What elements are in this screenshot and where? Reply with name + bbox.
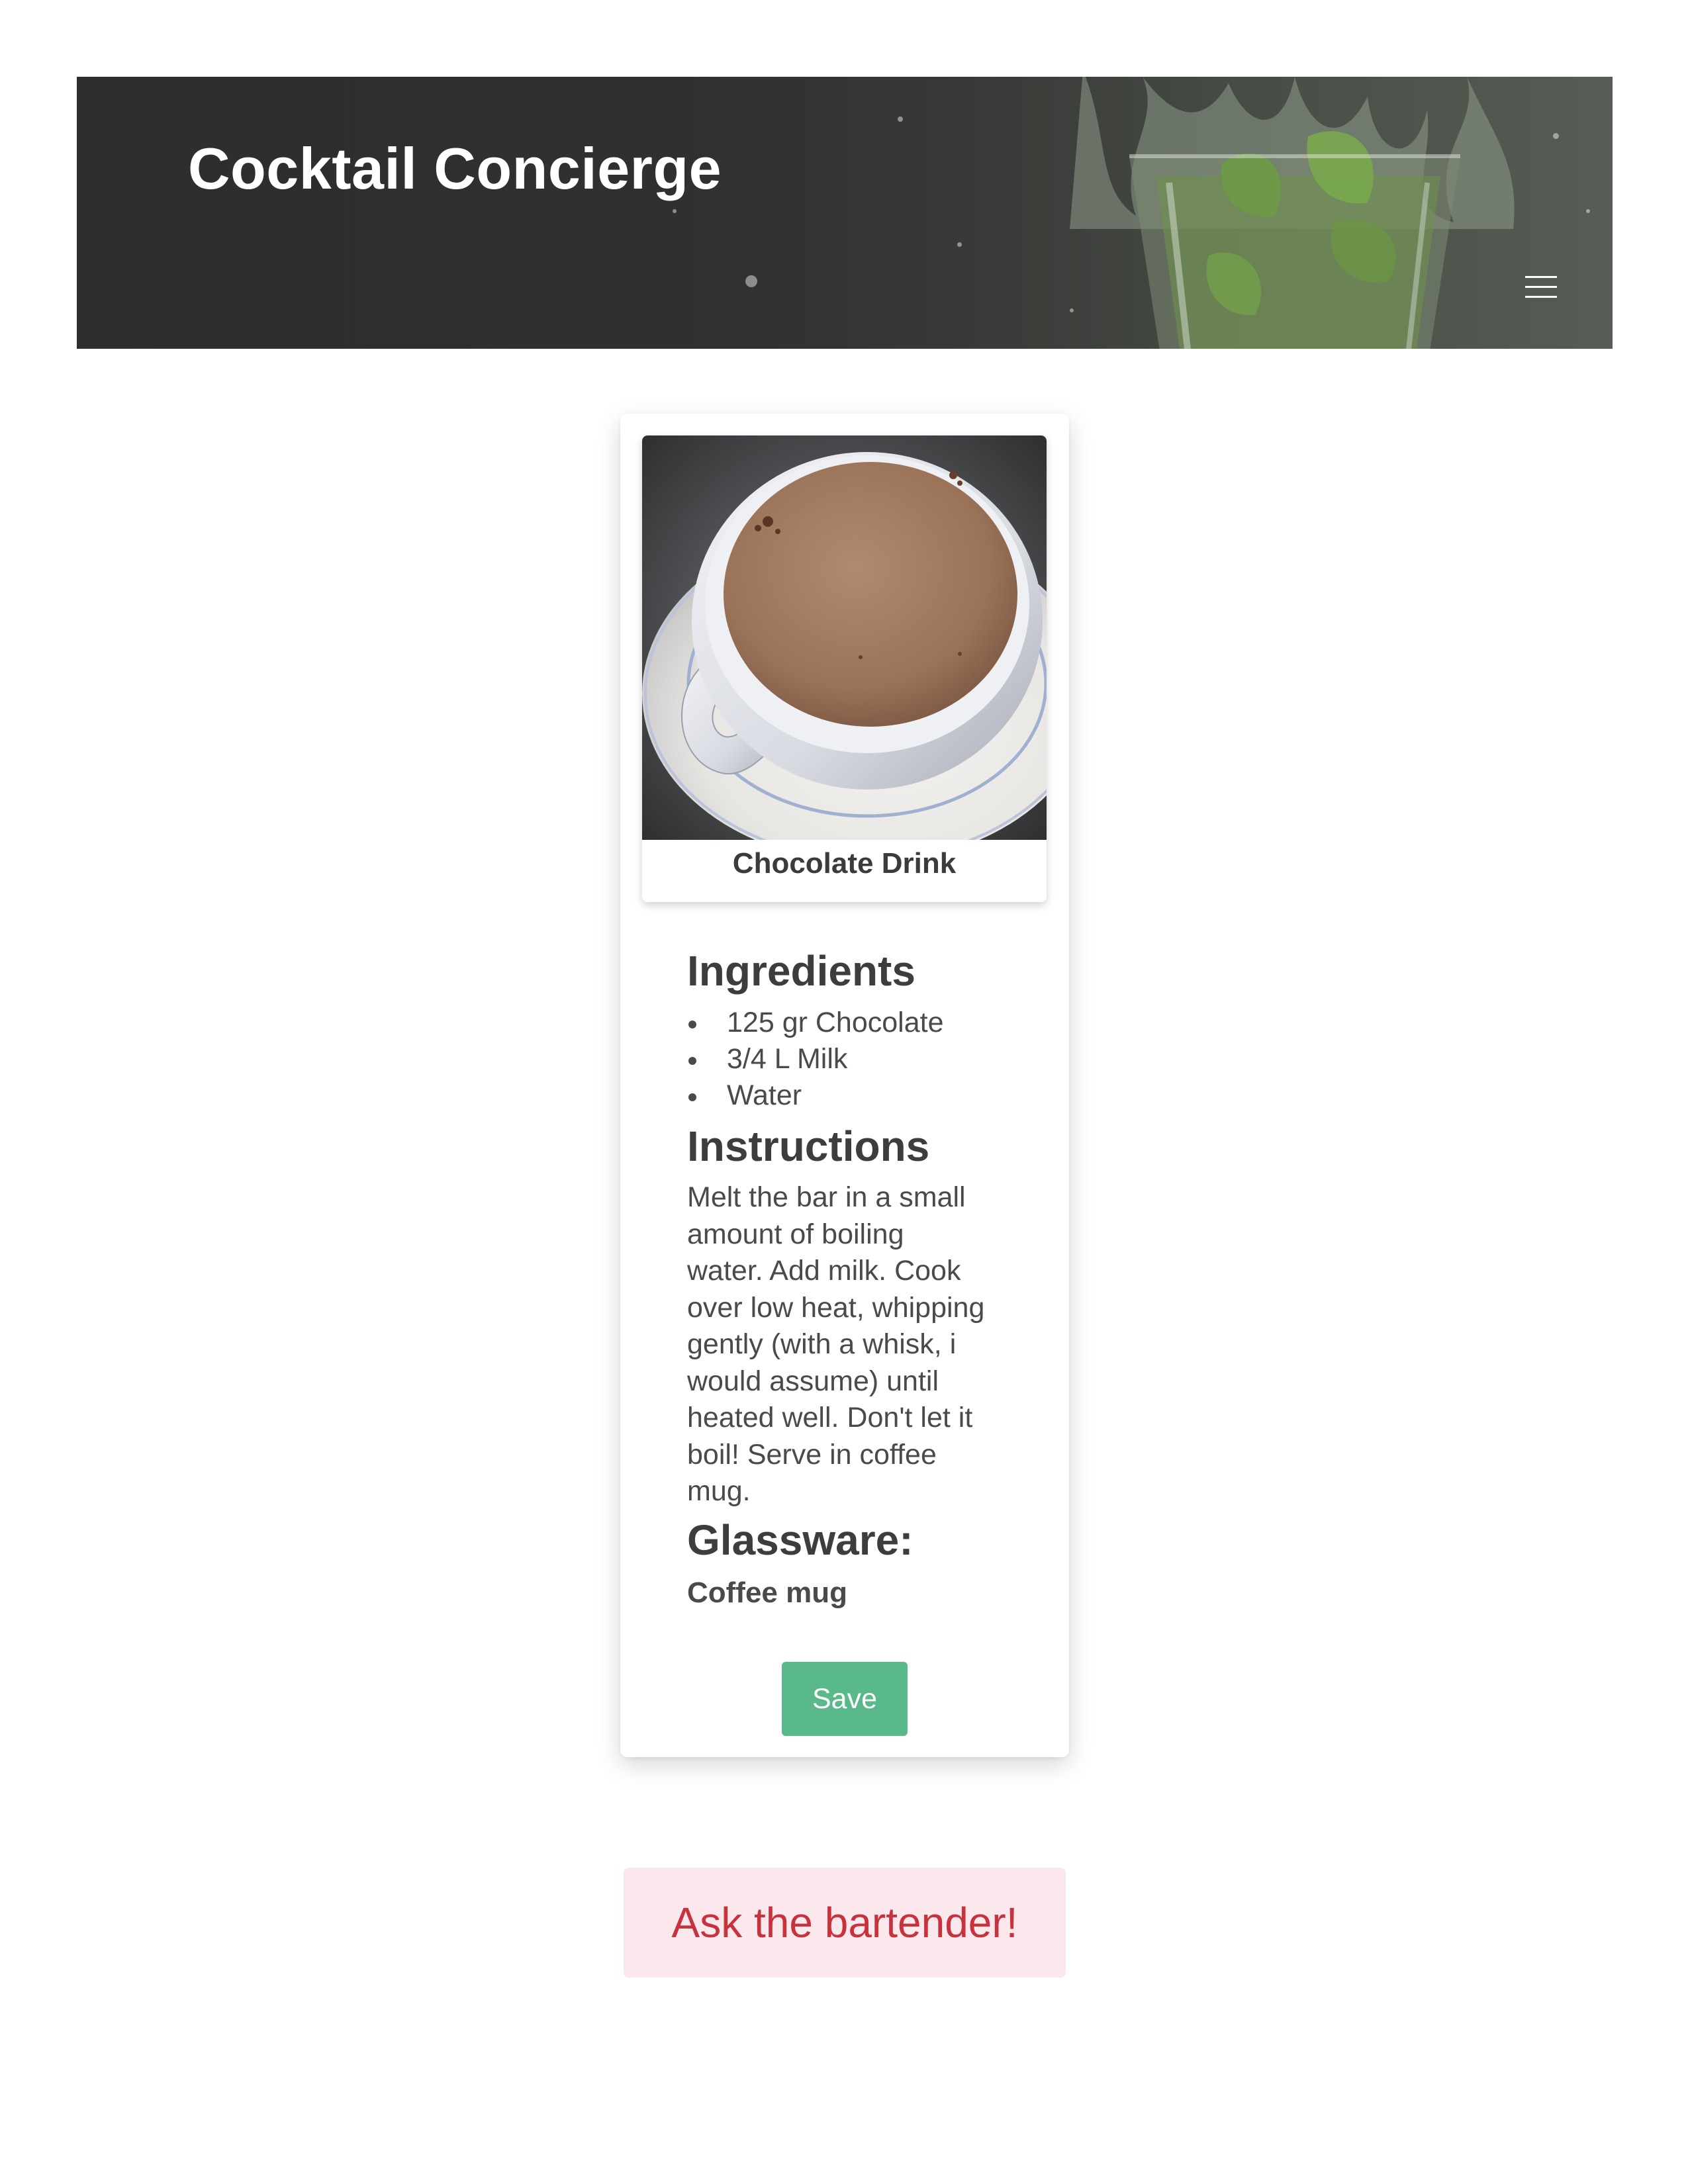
instructions-line: Melt the bar in a small	[687, 1181, 966, 1213]
instructions-line: amount of boiling	[687, 1218, 904, 1250]
instructions-line: over low heat, whipping	[687, 1291, 985, 1324]
decor-speck	[1553, 133, 1559, 139]
menu-line	[1525, 276, 1557, 278]
glassware-heading: Glassware:	[687, 1516, 914, 1564]
cocktail-glass-splash-image	[1070, 77, 1515, 349]
glassware-value: Coffee mug	[687, 1576, 847, 1609]
decor-speck	[957, 242, 962, 247]
instructions-line: gently (with a whisk, i	[687, 1328, 957, 1360]
menu-line	[1525, 286, 1557, 288]
instructions-line: heated well. Don't let it	[687, 1402, 973, 1433]
instructions-text: Melt the bar in a small amount of boilin…	[687, 1179, 1031, 1510]
instructions-heading: Instructions	[687, 1122, 930, 1170]
instructions-line: would assume) until	[687, 1365, 939, 1397]
instructions-line: water. Add milk. Cook	[687, 1255, 961, 1287]
drink-photo-card: Chocolate Drink	[642, 435, 1047, 902]
hamburger-menu-icon[interactable]	[1523, 267, 1568, 302]
instructions-line: boil! Serve in coffee	[687, 1438, 937, 1471]
decor-speck	[673, 209, 677, 213]
ingredient-item: Water	[687, 1077, 944, 1114]
instructions-line: mug.	[687, 1475, 751, 1507]
decor-speck	[745, 275, 757, 287]
ingredient-item: 3/4 L Milk	[687, 1041, 944, 1077]
drink-name: Chocolate Drink	[732, 847, 957, 880]
site-title[interactable]: Cocktail Concierge	[188, 135, 722, 203]
save-button[interactable]: Save	[782, 1662, 908, 1736]
recipe-card: Chocolate Drink Ingredients 125 gr Choco…	[620, 414, 1069, 1757]
decor-speck	[1586, 209, 1590, 213]
menu-line	[1525, 296, 1557, 298]
ingredients-list: 125 gr Chocolate 3/4 L Milk Water	[687, 1005, 944, 1114]
decor-speck	[898, 116, 903, 122]
hot-chocolate-cup-photo	[642, 435, 1047, 840]
site-header: Cocktail Concierge	[77, 77, 1613, 349]
ask-bartender-button[interactable]: Ask the bartender!	[624, 1868, 1066, 1978]
ingredients-heading: Ingredients	[687, 947, 915, 995]
drink-photo	[642, 435, 1047, 840]
ingredient-item: 125 gr Chocolate	[687, 1005, 944, 1041]
